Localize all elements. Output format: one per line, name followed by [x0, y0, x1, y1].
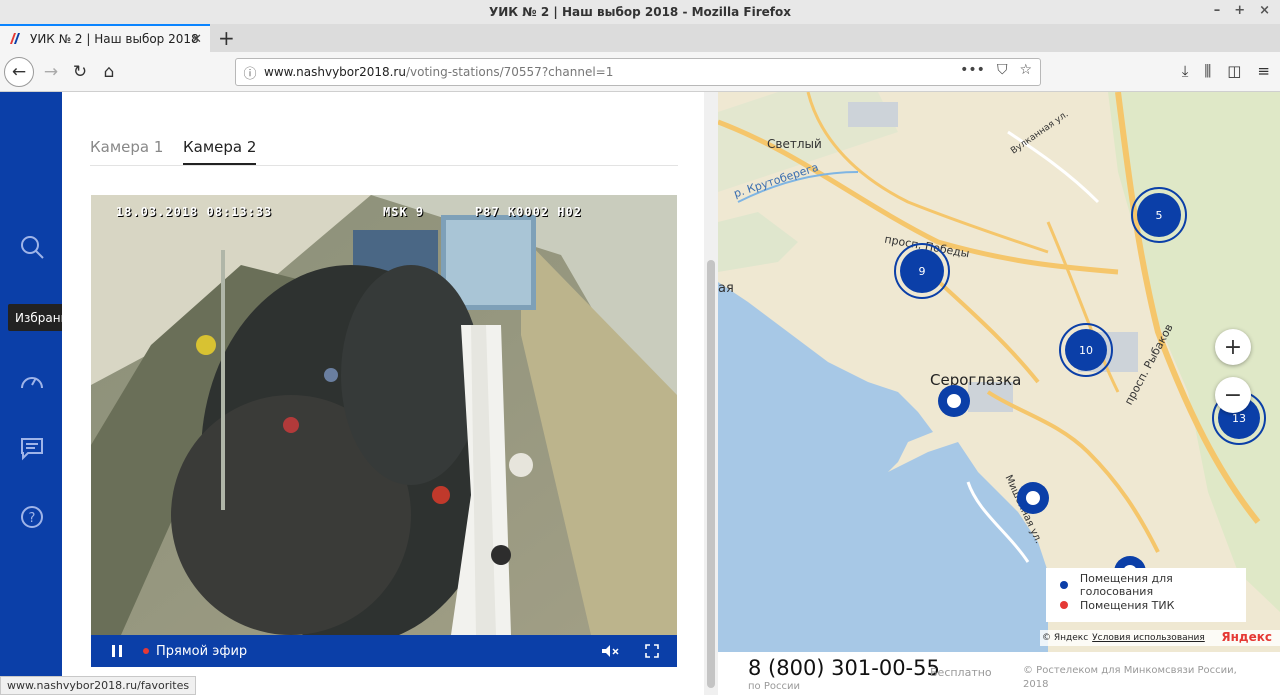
- page-footer: 8 (800) 301-00-55 по России Бесплатно © …: [718, 652, 1280, 695]
- browser-tab[interactable]: УИК № 2 | Наш выбор 2018 ✕: [0, 24, 210, 52]
- home-button[interactable]: ⌂: [96, 59, 122, 85]
- site-sidebar: ?: [0, 92, 62, 695]
- reload-button[interactable]: ↻: [67, 59, 93, 85]
- live-indicator: [143, 648, 149, 654]
- menu-icon[interactable]: ≡: [1257, 62, 1270, 80]
- link-status-bar: www.nashvybor2018.ru/favorites: [0, 676, 197, 695]
- zoom-in-button[interactable]: +: [1215, 329, 1251, 365]
- tab-bar: УИК № 2 | Наш выбор 2018 ✕ +: [0, 24, 1280, 52]
- url-path: /voting-stations/70557?channel=1: [405, 65, 614, 79]
- footer-copyright: © Ростелеком для Минкомсвязи России, 201…: [1023, 665, 1237, 690]
- map-legend: Помещения для голосования Помещения ТИК: [1046, 568, 1246, 622]
- camera-tabs: Камера 1 Камера 2: [90, 134, 678, 166]
- video-controls: Прямой эфир: [91, 635, 677, 667]
- map-label-svetly: Светлый: [767, 137, 822, 151]
- hotline-free: Бесплатно: [930, 666, 992, 679]
- sidebar-toggle-icon[interactable]: ◫: [1227, 62, 1241, 80]
- site-favicon-icon: [9, 33, 22, 45]
- tab-title: УИК № 2 | Наш выбор 2018: [30, 32, 199, 46]
- site-info-icon[interactable]: ⓘ: [236, 63, 264, 82]
- hotline-subtitle: по России: [748, 681, 800, 692]
- station-cluster[interactable]: 9: [894, 243, 950, 299]
- new-tab-button[interactable]: +: [218, 26, 235, 50]
- bookmark-star-icon[interactable]: ☆: [1019, 62, 1032, 78]
- legend-item: Помещения для голосования: [1060, 572, 1246, 598]
- chat-icon[interactable]: [19, 435, 45, 461]
- yandex-logo[interactable]: Яндекс: [1221, 630, 1272, 644]
- scroll-thumb[interactable]: [707, 260, 715, 688]
- terms-link[interactable]: Условия использования: [1092, 633, 1205, 643]
- station-marker[interactable]: [1017, 482, 1049, 514]
- map-label-edge: ая: [718, 281, 734, 296]
- pocket-icon[interactable]: ⛉: [997, 62, 1008, 78]
- svg-text:?: ?: [29, 511, 36, 526]
- close-tab-icon[interactable]: ✕: [191, 32, 202, 47]
- zoom-out-button[interactable]: −: [1215, 377, 1251, 413]
- map-label-seroglazka: Сероглазка: [930, 371, 1022, 389]
- legend-label: Помещения ТИК: [1080, 598, 1175, 612]
- close-window-button[interactable]: ×: [1259, 3, 1270, 18]
- legend-dot-tik: [1060, 601, 1068, 609]
- osd-code: P87 K0002 H02: [475, 205, 582, 219]
- osd-datetime: 18.03.2018 08:13:33: [116, 205, 273, 219]
- cluster-count: 9: [900, 249, 944, 293]
- voting-stations-map[interactable]: Светлый р. Крутоберега Вулканная ул. про…: [718, 92, 1280, 652]
- camera-video-feed[interactable]: 18.03.2018 08:13:33 MSK 9 P87 K0002 H02: [91, 195, 677, 635]
- pause-icon[interactable]: [111, 644, 123, 658]
- page-actions-icon[interactable]: •••: [960, 62, 985, 78]
- station-cluster[interactable]: 5: [1131, 187, 1187, 243]
- legend-label: Помещения для голосования: [1079, 572, 1173, 598]
- library-icon[interactable]: ⫼: [1204, 62, 1211, 80]
- main-content: Камера 1 Камера 2 18.03.2018 08:13:33 MS…: [62, 92, 704, 695]
- station-cluster[interactable]: 10: [1059, 323, 1113, 377]
- window-titlebar: УИК № 2 | Наш выбор 2018 - Mozilla Firef…: [0, 0, 1280, 24]
- address-bar[interactable]: ⓘ www.nashvybor2018.ru /voting-stations/…: [235, 58, 1041, 86]
- speedometer-icon[interactable]: [19, 369, 45, 395]
- cluster-count: 10: [1065, 329, 1107, 371]
- station-marker[interactable]: [938, 385, 970, 417]
- content-scrollbar[interactable]: [704, 92, 718, 695]
- tab-camera-1[interactable]: Камера 1: [90, 138, 163, 156]
- fullscreen-icon[interactable]: [645, 644, 659, 658]
- cluster-count: 5: [1137, 193, 1181, 237]
- video-frame-image: [91, 195, 677, 635]
- legend-dot-voting: [1060, 581, 1068, 589]
- maximize-button[interactable]: +: [1234, 3, 1245, 18]
- back-button[interactable]: ←: [4, 57, 34, 87]
- map-copyright: © Яндекс Условия использования Яндекс: [1040, 630, 1280, 646]
- downloads-icon[interactable]: ⤓: [1182, 62, 1189, 80]
- url-host: www.nashvybor2018.ru: [264, 65, 406, 79]
- search-icon[interactable]: [19, 234, 45, 260]
- copyright-text: © Яндекс: [1042, 633, 1089, 643]
- navigation-toolbar: ← → ↻ ⌂ ⓘ www.nashvybor2018.ru /voting-s…: [0, 52, 1280, 92]
- live-label: Прямой эфир: [156, 643, 248, 659]
- legend-item: Помещения ТИК: [1060, 595, 1246, 615]
- hotline-phone[interactable]: 8 (800) 301-00-55: [748, 656, 940, 680]
- window-title: УИК № 2 | Наш выбор 2018 - Mozilla Firef…: [489, 5, 791, 19]
- help-icon[interactable]: ?: [19, 504, 45, 530]
- tab-camera-2[interactable]: Камера 2: [183, 138, 257, 165]
- forward-button[interactable]: →: [38, 59, 64, 85]
- minimize-button[interactable]: –: [1214, 3, 1221, 18]
- mute-icon[interactable]: [601, 644, 619, 658]
- osd-zone: MSK 9: [383, 205, 425, 219]
